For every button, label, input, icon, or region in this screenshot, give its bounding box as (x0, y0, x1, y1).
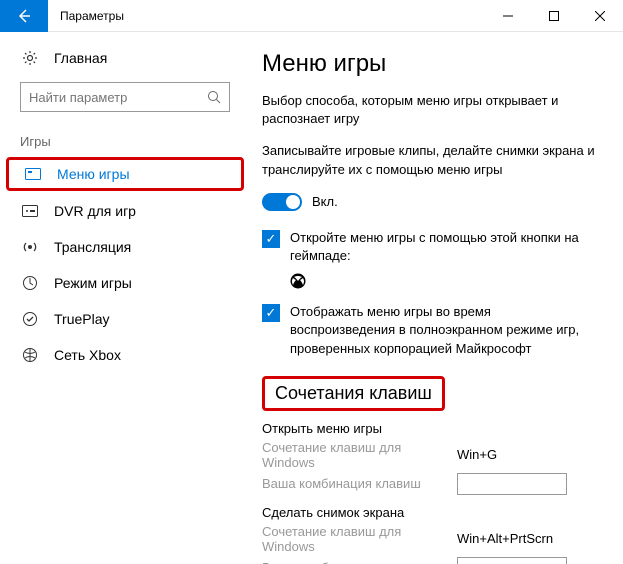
maximize-button[interactable] (531, 0, 577, 32)
win-shortcut-label: Сочетание клавиш для Windows (262, 440, 457, 470)
minimize-button[interactable] (485, 0, 531, 32)
xbox-logo-icon (290, 273, 306, 289)
xbox-network-icon (20, 347, 40, 363)
nav-label: TruePlay (54, 311, 110, 327)
user-shortcut-label: Ваша комбинация клавиш (262, 560, 457, 564)
gamebar-toggle[interactable] (262, 193, 302, 211)
back-button[interactable] (0, 0, 48, 32)
nav-item-trueplay[interactable]: TruePlay (0, 301, 250, 337)
arrow-left-icon (16, 8, 32, 24)
shortcuts-heading: Сочетания клавиш (262, 376, 445, 411)
search-icon (207, 90, 221, 104)
nav-item-gamemode[interactable]: Режим игры (0, 265, 250, 301)
checkbox-fullscreen-label: Отображать меню игры во время воспроизве… (290, 303, 599, 358)
close-button[interactable] (577, 0, 623, 32)
search-input-wrapper[interactable] (20, 82, 230, 112)
win-shortcut-value: Win+G (457, 447, 497, 462)
nav-label: Режим игры (54, 275, 132, 291)
checkbox-gamepad-label: Откройте меню игры с помощью этой кнопки… (290, 229, 599, 265)
minimize-icon (503, 11, 513, 21)
nav-item-game-menu[interactable]: Меню игры (6, 157, 244, 191)
broadcast-icon (20, 239, 40, 255)
nav-label: Сеть Xbox (54, 347, 121, 363)
page-heading: Меню игры (262, 50, 599, 78)
nav-group-label: Игры (0, 128, 250, 155)
sidebar: Главная Игры Меню игры DVR для игр Транс… (0, 32, 250, 564)
nav-item-xbox[interactable]: Сеть Xbox (0, 337, 250, 373)
dvr-icon (20, 205, 40, 217)
shortcut-title: Сделать снимок экрана (262, 505, 599, 520)
close-icon (595, 11, 605, 21)
nav-label: DVR для игр (54, 203, 136, 219)
shortcut-group-screenshot: Сделать снимок экрана Сочетание клавиш д… (262, 505, 599, 564)
trueplay-icon (20, 311, 40, 327)
shortcut-title: Открыть меню игры (262, 421, 599, 436)
search-input[interactable] (29, 90, 207, 105)
main-content: Меню игры Выбор способа, которым меню иг… (250, 32, 623, 564)
win-shortcut-value: Win+Alt+PrtScrn (457, 531, 553, 546)
nav-item-dvr[interactable]: DVR для игр (0, 193, 250, 229)
toggle-label: Вкл. (312, 194, 338, 209)
shortcut-group-open: Открыть меню игры Сочетание клавиш для W… (262, 421, 599, 495)
window-title: Параметры (48, 9, 485, 23)
settings-icon (20, 50, 40, 66)
user-shortcut-label: Ваша комбинация клавиш (262, 476, 457, 491)
user-shortcut-input[interactable] (457, 557, 567, 564)
gamemode-icon (20, 275, 40, 291)
description-2: Записывайте игровые клипы, делайте снимк… (262, 142, 599, 178)
win-shortcut-label: Сочетание клавиш для Windows (262, 524, 457, 554)
home-link[interactable]: Главная (0, 44, 250, 78)
gamebar-icon (23, 168, 43, 180)
user-shortcut-input[interactable] (457, 473, 567, 495)
home-label: Главная (54, 50, 107, 66)
nav-item-broadcast[interactable]: Трансляция (0, 229, 250, 265)
description-1: Выбор способа, которым меню игры открыва… (262, 92, 599, 128)
nav-label: Трансляция (54, 239, 131, 255)
maximize-icon (549, 11, 559, 21)
checkbox-fullscreen[interactable]: ✓ (262, 304, 280, 322)
nav-label: Меню игры (57, 166, 130, 182)
checkbox-gamepad[interactable]: ✓ (262, 230, 280, 248)
